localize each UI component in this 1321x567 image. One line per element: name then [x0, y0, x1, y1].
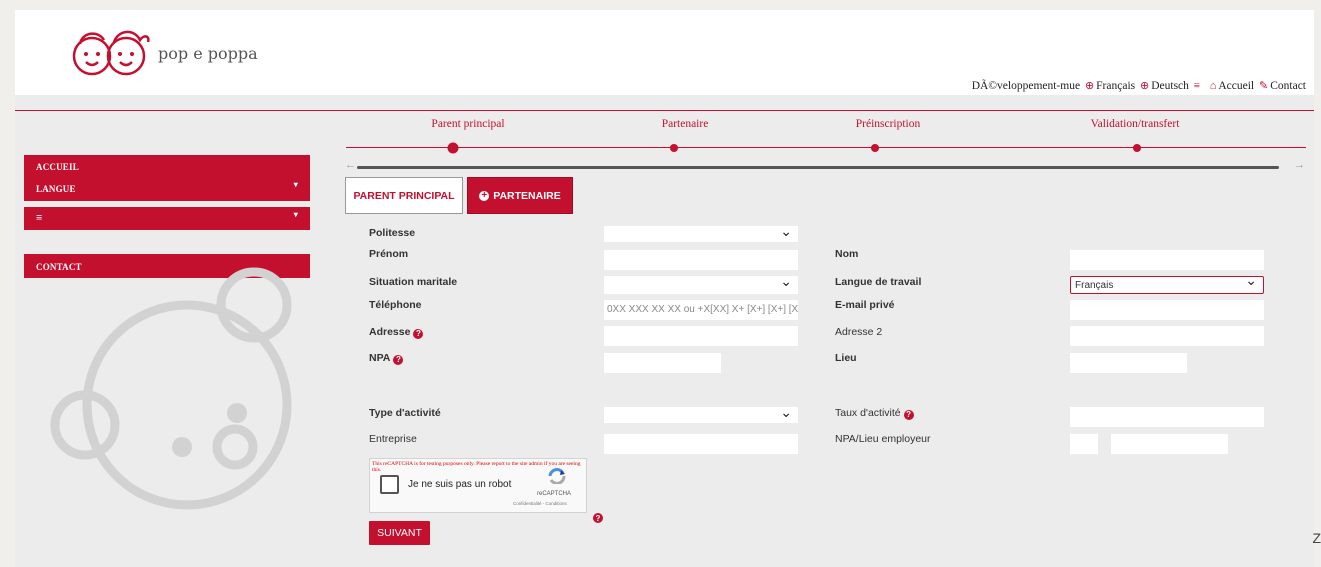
nav-dev-link[interactable]: DÃ©veloppement-mue: [972, 80, 1080, 92]
horizontal-scrollbar[interactable]: [357, 166, 1279, 169]
nav-contact-link[interactable]: Contact: [1270, 80, 1306, 92]
help-icon[interactable]: ?: [393, 354, 404, 365]
adresse-label-text: Adresse: [369, 326, 411, 338]
caret-down-icon[interactable]: ▾: [294, 180, 298, 189]
politesse-select[interactable]: [604, 223, 798, 242]
step-progress-line: [346, 147, 1306, 148]
entreprise-input[interactable]: [604, 434, 798, 454]
step-label-3: Préinscription: [855, 118, 921, 130]
step-dot[interactable]: [670, 144, 678, 152]
npa-label-text: NPA: [369, 352, 391, 364]
home-icon: ⌂: [1209, 80, 1217, 92]
logo-icon[interactable]: [70, 24, 155, 80]
taux-input[interactable]: [1070, 407, 1264, 427]
recaptcha-links[interactable]: Confidentialité - Conditions: [513, 501, 567, 506]
taux-label-text: Taux d'activité: [835, 407, 901, 419]
situation-label: Situation maritale: [369, 276, 458, 288]
nav-francais-link[interactable]: Français: [1096, 80, 1135, 92]
sidebar-item-accueil[interactable]: ACCUEIL: [36, 162, 79, 172]
nav-deutsch-link[interactable]: Deutsch: [1151, 80, 1189, 92]
bear-logo-icon: [50, 267, 292, 510]
entreprise-label: Entreprise: [369, 433, 417, 445]
taux-label: Taux d'activité?: [835, 407, 914, 420]
tab-label: PARTENAIRE: [493, 189, 561, 202]
step-dot[interactable]: [1133, 144, 1141, 152]
arrow-left-icon[interactable]: ←: [345, 159, 356, 171]
npa-lieu-employeur-label: NPA/Lieu employeur: [835, 433, 931, 445]
politesse-label: Politesse: [369, 227, 416, 239]
contact-icon: ✎: [1259, 80, 1269, 92]
help-icon[interactable]: ?: [903, 409, 914, 420]
sidebar-main-group: ACCUEIL LANGUE ▾: [24, 155, 310, 201]
step-label-2: Partenaire: [661, 118, 709, 130]
recaptcha-logo-icon: [548, 468, 566, 484]
situation-select[interactable]: [604, 273, 798, 294]
employeur-npa-input[interactable]: [1070, 434, 1098, 454]
adresse2-label: Adresse 2: [835, 326, 883, 338]
sidebar-item-langue[interactable]: LANGUE: [36, 184, 76, 194]
langue-travail-select[interactable]: Français: [1070, 272, 1264, 294]
lieu-label: Lieu: [835, 352, 857, 364]
email-label: E-mail privé: [835, 299, 895, 311]
brand-name: pop e poppa: [158, 44, 258, 63]
type-activite-select[interactable]: [604, 404, 798, 423]
menu-icon: ≡: [36, 212, 43, 224]
npa-input[interactable]: [604, 353, 721, 373]
arrow-right-icon[interactable]: →: [1294, 159, 1305, 171]
telephone-input[interactable]: 0XX XXX XX XX ou +X[XX] X+ [X+] [X+] [X+…: [604, 300, 798, 320]
menu-icon[interactable]: ≡: [1194, 80, 1200, 92]
step-dot-current[interactable]: [447, 142, 459, 154]
suivant-button[interactable]: SUIVANT: [369, 521, 430, 545]
nom-input[interactable]: [1070, 250, 1264, 270]
globe-icon: ⊕: [1140, 80, 1150, 92]
tab-parent-principal[interactable]: PARENT PRINCIPAL: [345, 177, 463, 214]
email-input[interactable]: [1070, 300, 1264, 320]
tab-partenaire[interactable]: + PARTENAIRE: [467, 177, 573, 214]
adresse2-input[interactable]: [1070, 326, 1264, 346]
prenom-label: Prénom: [369, 248, 409, 260]
step-label-4: Validation/transfert: [1090, 118, 1180, 130]
help-icon[interactable]: ?: [413, 328, 424, 339]
corner-glyph: Z: [1312, 530, 1321, 546]
top-navigation: DÃ©veloppement-mue ⊕ Français ⊕ Deutsch ≡ …: [972, 79, 1306, 92]
telephone-label: Téléphone: [369, 299, 422, 311]
adresse-input[interactable]: [604, 326, 798, 346]
employeur-lieu-input[interactable]: [1111, 434, 1228, 454]
nom-label: Nom: [835, 248, 859, 260]
globe-icon: ⊕: [1084, 80, 1095, 92]
sidebar-item-menu[interactable]: ≡ ▾: [24, 207, 310, 230]
prenom-input[interactable]: [604, 250, 798, 270]
npa-label: NPA?: [369, 352, 404, 365]
langue-travail-label: Langue de travail: [835, 276, 922, 288]
recaptcha-widget: This reCAPTCHA is for testing purposes o…: [369, 458, 587, 513]
recaptcha-checkbox[interactable]: [380, 475, 399, 494]
caret-down-icon: ▾: [293, 210, 298, 219]
page: pop e poppa DÃ©veloppement-mue ⊕ Français…: [15, 10, 1314, 567]
recaptcha-label: Je ne suis pas un robot: [408, 479, 512, 490]
adresse-label: Adresse?: [369, 326, 424, 339]
help-icon[interactable]: ?: [593, 513, 603, 523]
step-label-1: Parent principal: [431, 118, 505, 130]
tab-label: PARENT PRINCIPAL: [353, 189, 455, 202]
type-activite-label: Type d'activité: [369, 407, 441, 419]
recaptcha-brand: reCAPTCHA: [537, 491, 572, 497]
plus-circle-icon: +: [479, 190, 490, 201]
header-divider: [15, 110, 1314, 111]
nav-accueil-link[interactable]: Accueil: [1218, 80, 1254, 92]
lieu-input[interactable]: [1070, 353, 1187, 373]
header: pop e poppa DÃ©veloppement-mue ⊕ Français…: [15, 10, 1314, 95]
step-dot[interactable]: [871, 144, 879, 152]
